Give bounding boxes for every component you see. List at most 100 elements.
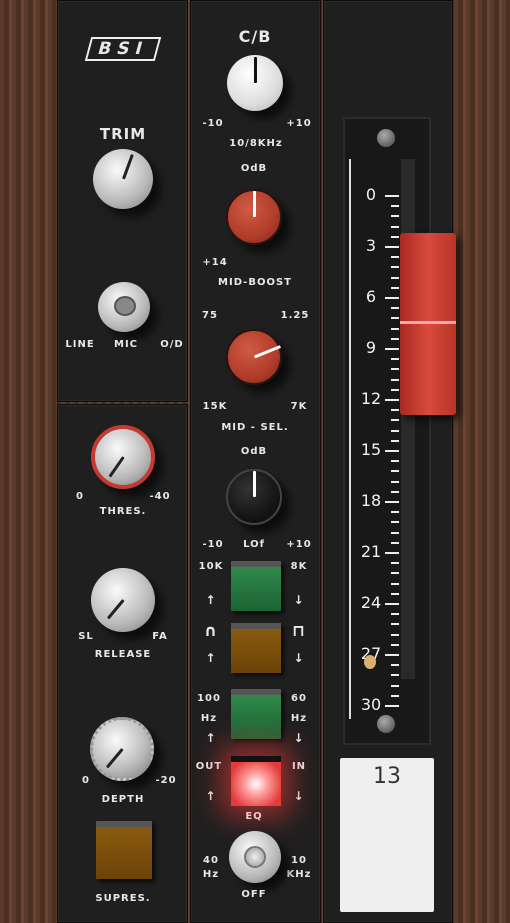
fader-scale-label: 21 <box>360 542 382 561</box>
fader-tick <box>391 613 399 616</box>
fader-tick <box>391 592 399 595</box>
line-label: LINE <box>65 339 95 350</box>
fader-tick <box>391 307 399 310</box>
cb-label: 10/8KHz <box>229 138 283 149</box>
eq-out-label: OUT <box>195 761 223 772</box>
lo-knob[interactable] <box>226 469 282 525</box>
fader-tick <box>391 419 399 422</box>
fader-tick <box>385 246 399 248</box>
mic-label: MIC <box>113 339 139 350</box>
fader-tick <box>385 705 399 707</box>
fader-tick <box>391 368 399 371</box>
mid-boost-knob[interactable] <box>226 189 282 245</box>
fader-tick <box>391 694 399 697</box>
trim-label: TRIM <box>99 125 147 143</box>
fader-tick <box>391 276 399 279</box>
filter-10: 10 <box>291 855 307 866</box>
lf-hz: Hz <box>200 713 218 724</box>
release-label: RELEASE <box>94 649 152 660</box>
depth-knob[interactable] <box>90 717 154 781</box>
fader-tick <box>391 531 399 534</box>
fader-tick <box>391 235 399 238</box>
fader-track-housing: 0 3 6 9 12 15 18 21 24 27 30 <box>343 117 431 745</box>
fader-tick <box>391 490 399 493</box>
lo-min: -10 <box>202 539 224 550</box>
release-max: FA <box>152 631 168 642</box>
filter-hz: Hz <box>202 869 220 880</box>
lo-max: +10 <box>286 539 312 550</box>
threshold-label: THRES. <box>99 506 147 517</box>
supres-button[interactable] <box>96 821 152 879</box>
lf-60: 60 <box>291 693 307 704</box>
input-selector-toggle[interactable] <box>98 282 150 332</box>
fader-tick <box>391 429 399 432</box>
fader-panel: 0 3 6 9 12 15 18 21 24 27 30 13 <box>323 0 456 923</box>
threshold-knob[interactable] <box>91 425 155 489</box>
fader-scale-label: 30 <box>360 695 382 714</box>
threshold-max: -40 <box>149 491 171 502</box>
depth-min: 0 <box>82 775 90 786</box>
screw-icon <box>377 129 395 147</box>
arrow-up-icon: ↑ <box>205 731 217 745</box>
hf-8k: 8K <box>290 561 308 572</box>
hf-10k: 10K <box>198 561 224 572</box>
release-min: SL <box>78 631 94 642</box>
fader-scale-label: 24 <box>360 593 382 612</box>
fader-scale-label: 3 <box>365 236 377 255</box>
shape-button[interactable] <box>231 623 281 673</box>
mid-sel-15k: 15K <box>202 401 228 412</box>
fader-tick <box>391 317 399 320</box>
mid-sel-75: 75 <box>202 310 218 321</box>
fader-scale-label: 9 <box>365 338 377 357</box>
mid-boost-label: MID-BOOST <box>218 277 292 288</box>
fader-tick <box>391 572 399 575</box>
fader-tick <box>385 552 399 554</box>
cb-knob[interactable] <box>227 55 283 111</box>
fader-scale-label: 15 <box>360 440 382 459</box>
fader-tick <box>391 439 399 442</box>
arrow-down-icon: ↓ <box>293 731 305 745</box>
dynamics-panel: 0 -40 THRES. SL FA RELEASE 0 -20 DEPTH S… <box>57 404 188 923</box>
fader-tick <box>391 225 399 228</box>
channel-label-strip[interactable]: 13 <box>340 758 434 912</box>
fader-tick <box>391 633 399 636</box>
fader-tick <box>385 654 399 656</box>
fader-tick <box>385 348 399 350</box>
trim-knob[interactable] <box>93 149 153 209</box>
arrow-down-icon: ↓ <box>293 593 305 607</box>
release-knob[interactable] <box>91 568 155 632</box>
eq-in-button[interactable] <box>231 756 281 806</box>
fader-tick <box>391 327 399 330</box>
mid-sel-knob[interactable] <box>226 329 282 385</box>
lf-select-button[interactable] <box>231 689 281 739</box>
od-label: O/D <box>160 339 184 350</box>
fader-tick <box>391 511 399 514</box>
screw-icon <box>377 715 395 733</box>
cb-title: C/B <box>238 27 272 46</box>
fader-tick <box>391 480 399 483</box>
lf-hz: Hz <box>290 713 308 724</box>
shelf-icon: ⊓ <box>292 621 306 640</box>
eq-panel: C/B -10 +10 10/8KHz OdB +14 MID-BOOST 75… <box>190 0 321 923</box>
fader-tick <box>385 399 399 401</box>
hf-select-button[interactable] <box>231 561 281 611</box>
filter-toggle[interactable] <box>229 831 281 883</box>
wood-side-right <box>454 0 510 923</box>
fader-cap[interactable] <box>400 233 456 415</box>
lo-label: LOf <box>243 539 265 550</box>
fader-tick <box>385 195 399 197</box>
brand-logo: BSI <box>84 37 162 61</box>
mid-boost-min: +14 <box>202 257 228 268</box>
filter-khz: KHz <box>286 869 312 880</box>
fader-tick <box>391 409 399 412</box>
fader-scale-label: 12 <box>360 389 382 408</box>
fader-tick <box>391 562 399 565</box>
fader-tick <box>391 266 399 269</box>
mid-sel-label: MID - SEL. <box>221 422 289 433</box>
channel-number: 13 <box>373 764 401 789</box>
threshold-min: 0 <box>76 491 84 502</box>
mid-boost-top: OdB <box>240 163 268 174</box>
fader-tick <box>391 286 399 289</box>
fader-tick <box>385 603 399 605</box>
fader-tick <box>391 256 399 259</box>
